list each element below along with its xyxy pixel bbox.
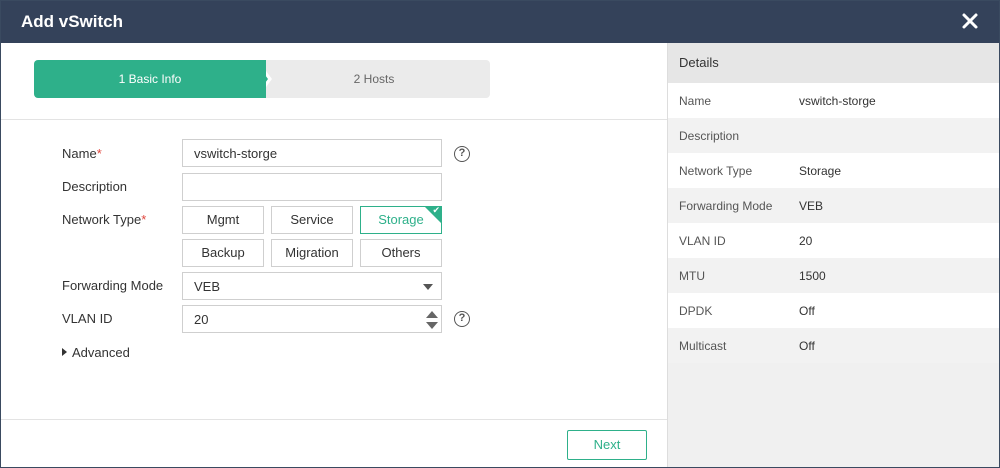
details-value: VEB <box>799 199 824 213</box>
network-type-label-text: Network Type <box>62 212 142 227</box>
details-value: Off <box>799 304 815 318</box>
name-label: Name* <box>62 146 102 161</box>
help-icon[interactable]: ? <box>454 146 470 162</box>
details-row: MTU 1500 <box>668 258 999 293</box>
step-hosts[interactable]: 2 Hosts <box>258 60 490 98</box>
description-input[interactable] <box>182 173 442 201</box>
close-icon[interactable] <box>959 10 981 32</box>
details-row: Network Type Storage <box>668 153 999 188</box>
dialog-titlebar: Add vSwitch <box>1 1 999 43</box>
check-icon: ✔ <box>432 205 440 215</box>
details-panel: Details Name vswitch-storge Description … <box>667 43 999 467</box>
details-key: Description <box>679 129 740 143</box>
name-label-text: Name <box>62 146 97 161</box>
name-input[interactable] <box>182 139 442 167</box>
details-key: VLAN ID <box>679 234 726 248</box>
network-type-storage[interactable]: Storage ✔ <box>360 205 442 234</box>
next-button[interactable]: Next <box>567 430 647 460</box>
help-icon[interactable]: ? <box>454 311 470 327</box>
forwarding-mode-label: Forwarding Mode <box>62 278 164 293</box>
dialog-title: Add vSwitch <box>21 12 124 31</box>
increment-arrow-icon[interactable] <box>426 311 438 318</box>
vlan-id-value: 20 <box>194 312 209 327</box>
add-vswitch-dialog: Add vSwitch 2 Hosts 1 Basic Info Name* ?… <box>0 0 1000 468</box>
details-value: 1500 <box>799 269 826 283</box>
details-key: Multicast <box>679 339 727 353</box>
caret-right-icon <box>62 348 67 356</box>
details-row: Description <box>668 118 999 153</box>
details-value: 20 <box>799 234 813 248</box>
advanced-toggle[interactable]: Advanced <box>62 345 130 360</box>
network-type-label: Network Type* <box>62 212 146 227</box>
wizard-stepper: 2 Hosts 1 Basic Info <box>34 60 490 98</box>
decrement-arrow-icon[interactable] <box>426 322 438 329</box>
network-type-mgmt[interactable]: Mgmt <box>182 206 264 234</box>
step-basic-info[interactable]: 1 Basic Info <box>34 60 266 98</box>
details-key: DPDK <box>679 304 713 318</box>
required-mark: * <box>141 212 147 227</box>
divider <box>1 119 667 120</box>
details-row: Forwarding Mode VEB <box>668 188 999 223</box>
network-type-others[interactable]: Others <box>360 239 442 267</box>
description-label: Description <box>62 179 128 194</box>
forwarding-mode-value: VEB <box>194 279 221 294</box>
details-key: Network Type <box>679 164 753 178</box>
details-value: Storage <box>799 164 842 178</box>
required-mark: * <box>96 146 102 161</box>
forwarding-mode-select[interactable]: VEB <box>182 272 442 300</box>
details-row: Multicast Off <box>668 328 999 363</box>
details-key: Name <box>679 94 712 108</box>
advanced-label: Advanced <box>72 345 130 360</box>
chevron-down-icon <box>423 284 433 290</box>
details-row: DPDK Off <box>668 293 999 328</box>
form-panel: 2 Hosts 1 Basic Info Name* ? Description… <box>1 43 667 467</box>
vlan-id-stepper[interactable]: 20 <box>182 305 442 333</box>
details-key: Forwarding Mode <box>679 199 773 213</box>
divider <box>1 419 667 420</box>
step-arrow <box>254 60 268 98</box>
network-type-service[interactable]: Service <box>271 206 353 234</box>
details-value: Off <box>799 339 815 353</box>
details-title: Details <box>668 43 999 83</box>
network-type-backup[interactable]: Backup <box>182 239 264 267</box>
details-value: vswitch-storge <box>799 94 876 108</box>
vlan-id-label: VLAN ID <box>62 311 113 326</box>
network-type-migration[interactable]: Migration <box>271 239 353 267</box>
details-row: VLAN ID 20 <box>668 223 999 258</box>
details-row: Name vswitch-storge <box>668 83 999 118</box>
details-key: MTU <box>679 269 705 283</box>
network-type-storage-label: Storage <box>378 212 424 227</box>
